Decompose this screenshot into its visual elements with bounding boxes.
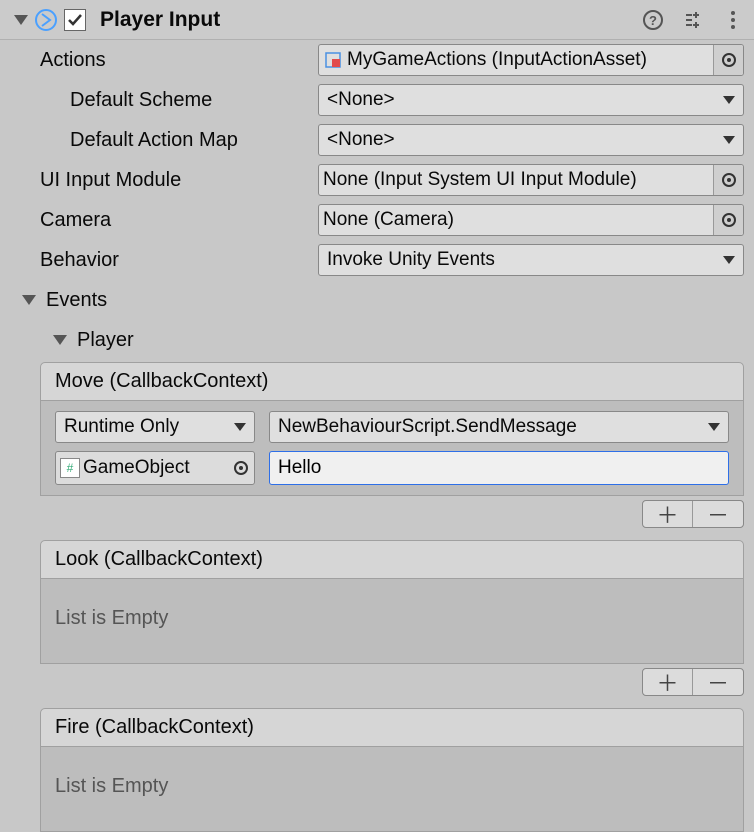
menu-icon[interactable] <box>722 9 744 31</box>
look-add-remove: ＋ － <box>642 668 744 696</box>
label-default-map: Default Action Map <box>0 129 318 152</box>
row-behavior: Behavior Invoke Unity Events <box>0 240 754 280</box>
events-foldout[interactable]: Events <box>0 280 754 320</box>
ui-module-value: None (Input System UI Input Module) <box>323 169 713 191</box>
ui-module-picker[interactable] <box>713 165 743 195</box>
foldout-toggle <box>22 295 36 305</box>
add-listener-button[interactable]: ＋ <box>643 501 693 527</box>
move-function-value: NewBehaviourScript.SendMessage <box>278 416 702 438</box>
picker-icon <box>722 53 736 67</box>
camera-picker[interactable] <box>713 205 743 235</box>
label-actions: Actions <box>0 49 318 72</box>
component-title: Player Input <box>100 8 642 32</box>
move-runtime-dropdown[interactable]: Runtime Only <box>55 411 255 443</box>
move-object-field[interactable]: # GameObject <box>55 451 255 485</box>
behavior-value: Invoke Unity Events <box>327 249 717 271</box>
label-default-scheme: Default Scheme <box>0 89 318 112</box>
foldout-toggle <box>53 335 67 345</box>
chevron-down-icon <box>708 423 720 431</box>
remove-listener-button[interactable]: － <box>693 501 743 527</box>
event-fire: Fire (CallbackContext) List is Empty <box>40 708 744 832</box>
camera-field[interactable]: None (Camera) <box>318 204 744 236</box>
help-icon[interactable]: ? <box>642 9 664 31</box>
event-fire-title: Fire (CallbackContext) <box>40 708 744 747</box>
row-camera: Camera None (Camera) <box>0 200 754 240</box>
asset-icon <box>323 50 343 70</box>
label-ui-module: UI Input Module <box>0 169 318 192</box>
default-map-value: <None> <box>327 129 717 151</box>
look-empty-text: List is Empty <box>55 589 729 648</box>
event-look-title: Look (CallbackContext) <box>40 540 744 579</box>
fire-empty-text: List is Empty <box>55 757 729 816</box>
chevron-down-icon <box>723 96 735 104</box>
move-add-remove: ＋ － <box>642 500 744 528</box>
row-default-scheme: Default Scheme <None> <box>0 80 754 120</box>
move-argument-input[interactable] <box>269 451 729 485</box>
default-map-dropdown[interactable]: <None> <box>318 124 744 156</box>
player-foldout[interactable]: Player <box>0 320 754 360</box>
foldout-toggle[interactable] <box>14 15 28 25</box>
move-runtime-value: Runtime Only <box>64 416 228 438</box>
actions-picker[interactable] <box>713 45 743 75</box>
move-object-picker[interactable] <box>228 461 254 475</box>
add-listener-button[interactable]: ＋ <box>643 669 693 695</box>
component-icon <box>34 8 58 32</box>
picker-icon <box>234 461 248 475</box>
actions-field[interactable]: MyGameActions (InputActionAsset) <box>318 44 744 76</box>
picker-icon <box>722 173 736 187</box>
label-behavior: Behavior <box>0 249 318 272</box>
remove-listener-button[interactable]: － <box>693 669 743 695</box>
chevron-down-icon <box>723 136 735 144</box>
picker-icon <box>722 213 736 227</box>
camera-value: None (Camera) <box>323 209 713 231</box>
event-move-title: Move (CallbackContext) <box>40 362 744 401</box>
enabled-checkbox[interactable] <box>64 9 86 31</box>
move-object-value: GameObject <box>83 457 228 479</box>
events-label: Events <box>46 289 107 312</box>
row-default-map: Default Action Map <None> <box>0 120 754 160</box>
event-move: Move (CallbackContext) Runtime Only NewB… <box>40 362 744 532</box>
default-scheme-value: <None> <box>327 89 717 111</box>
row-actions: Actions MyGameActions (InputActionAsset) <box>0 40 754 80</box>
actions-value: MyGameActions (InputActionAsset) <box>347 49 713 71</box>
script-icon: # <box>60 458 80 478</box>
row-ui-module: UI Input Module None (Input System UI In… <box>0 160 754 200</box>
presets-icon[interactable] <box>682 9 704 31</box>
ui-module-field[interactable]: None (Input System UI Input Module) <box>318 164 744 196</box>
behavior-dropdown[interactable]: Invoke Unity Events <box>318 244 744 276</box>
default-scheme-dropdown[interactable]: <None> <box>318 84 744 116</box>
chevron-down-icon <box>723 256 735 264</box>
svg-text:?: ? <box>649 13 657 28</box>
player-label: Player <box>77 329 134 352</box>
label-camera: Camera <box>0 209 318 232</box>
chevron-down-icon <box>234 423 246 431</box>
move-function-dropdown[interactable]: NewBehaviourScript.SendMessage <box>269 411 729 443</box>
component-header: Player Input ? <box>0 0 754 40</box>
event-look: Look (CallbackContext) List is Empty ＋ － <box>40 540 744 700</box>
